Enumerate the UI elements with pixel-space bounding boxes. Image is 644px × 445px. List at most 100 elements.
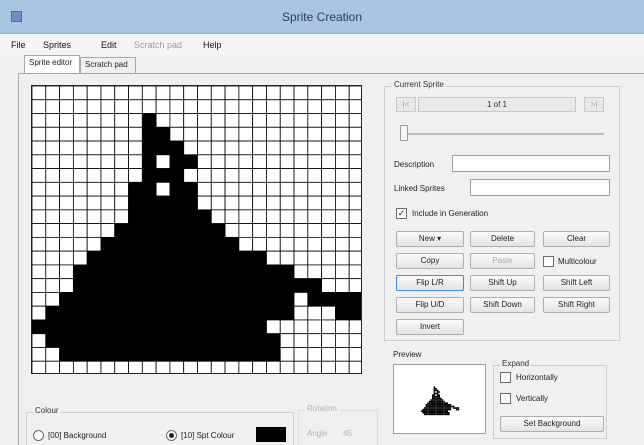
sprite-pixel-cell[interactable] <box>86 360 102 374</box>
sprite-pixel-cell[interactable] <box>197 223 212 238</box>
sprite-pixel-cell[interactable] <box>293 195 309 211</box>
sprite-pixel-cell[interactable] <box>321 360 336 374</box>
sprite-pixel-cell[interactable] <box>141 113 157 128</box>
sprite-pixel-cell[interactable] <box>114 168 129 183</box>
sprite-pixel-cell[interactable] <box>307 292 323 307</box>
sprite-pixel-cell[interactable] <box>238 209 254 225</box>
sprite-pixel-cell[interactable] <box>86 195 102 211</box>
sprite-pixel-cell[interactable] <box>72 305 88 321</box>
sprite-pixel-cell[interactable] <box>32 305 47 321</box>
sprite-pixel-cell[interactable] <box>335 209 350 225</box>
sprite-pixel-cell[interactable] <box>348 264 362 280</box>
sprite-pixel-cell[interactable] <box>128 250 143 266</box>
sprite-pixel-cell[interactable] <box>183 305 198 321</box>
sprite-pixel-cell[interactable] <box>197 126 212 142</box>
invert-button[interactable]: Invert <box>396 319 464 335</box>
sprite-pixel-cell[interactable] <box>266 195 281 211</box>
sprite-pixel-cell[interactable] <box>155 347 171 362</box>
sprite-pixel-cell[interactable] <box>224 181 240 197</box>
sprite-pixel-cell[interactable] <box>155 305 171 321</box>
sprite-pixel-cell[interactable] <box>59 305 74 321</box>
sprite-pixel-cell[interactable] <box>45 347 60 362</box>
sprite-pixel-cell[interactable] <box>32 223 47 238</box>
sprite-pixel-cell[interactable] <box>141 250 157 266</box>
sprite-pixel-cell[interactable] <box>238 99 254 114</box>
sprite-pixel-cell[interactable] <box>128 305 143 321</box>
sprite-pixel-cell[interactable] <box>141 86 157 101</box>
sprite-pixel-cell[interactable] <box>321 209 336 225</box>
sprite-pixel-cell[interactable] <box>293 126 309 142</box>
sprite-pixel-cell[interactable] <box>224 195 240 211</box>
sprite-pixel-cell[interactable] <box>197 278 212 293</box>
sprite-pixel-cell[interactable] <box>141 319 157 335</box>
sprite-pixel-cell[interactable] <box>155 195 171 211</box>
sprite-pixel-cell[interactable] <box>169 126 185 142</box>
sprite-pixel-cell[interactable] <box>72 278 88 293</box>
sprite-pixel-cell[interactable] <box>169 86 185 101</box>
sprite-pixel-cell[interactable] <box>169 181 185 197</box>
sprite-pixel-cell[interactable] <box>100 86 116 101</box>
shift-right-button[interactable]: Shift Right <box>543 297 610 313</box>
sprite-pixel-cell[interactable] <box>252 140 267 156</box>
sprite-pixel-cell[interactable] <box>293 347 309 362</box>
sprite-pixel-cell[interactable] <box>59 126 74 142</box>
sprite-pixel-cell[interactable] <box>155 278 171 293</box>
sprite-pixel-cell[interactable] <box>224 278 240 293</box>
sprite-pixel-cell[interactable] <box>335 333 350 348</box>
sprite-pixel-cell[interactable] <box>114 113 129 128</box>
sprite-pixel-cell[interactable] <box>128 181 143 197</box>
menu-file[interactable]: File <box>11 40 26 50</box>
sprite-pixel-cell[interactable] <box>100 99 116 114</box>
sprite-pixel-cell[interactable] <box>321 195 336 211</box>
sprite-pixel-cell[interactable] <box>266 319 281 335</box>
sprite-pixel-cell[interactable] <box>197 209 212 225</box>
sprite-pixel-cell[interactable] <box>335 360 350 374</box>
sprite-pixel-cell[interactable] <box>266 86 281 101</box>
sprite-pixel-cell[interactable] <box>279 347 295 362</box>
copy-button[interactable]: Copy <box>396 253 464 269</box>
sprite-pixel-cell[interactable] <box>197 305 212 321</box>
sprite-pixel-cell[interactable] <box>321 181 336 197</box>
sprite-pixel-cell[interactable] <box>32 126 47 142</box>
sprite-pixel-cell[interactable] <box>128 264 143 280</box>
sprite-pixel-cell[interactable] <box>307 278 323 293</box>
sprite-pixel-cell[interactable] <box>307 264 323 280</box>
sprite-pixel-cell[interactable] <box>348 360 362 374</box>
sprite-pixel-cell[interactable] <box>114 154 129 169</box>
sprite-pixel-cell[interactable] <box>141 347 157 362</box>
sprite-pixel-cell[interactable] <box>45 360 60 374</box>
sprite-pixel-cell[interactable] <box>32 264 47 280</box>
sprite-pixel-cell[interactable] <box>155 126 171 142</box>
sprite-pixel-cell[interactable] <box>307 195 323 211</box>
sprite-pixel-cell[interactable] <box>141 223 157 238</box>
sprite-pixel-cell[interactable] <box>335 305 350 321</box>
sprite-pixel-cell[interactable] <box>141 181 157 197</box>
sprite-pixel-cell[interactable] <box>197 181 212 197</box>
include-in-generation-checkbox[interactable]: ✓ <box>396 208 407 219</box>
sprite-pixel-cell[interactable] <box>141 209 157 225</box>
sprite-pixel-cell[interactable] <box>335 86 350 101</box>
sprite-pixel-cell[interactable] <box>114 99 129 114</box>
sprite-pixel-cell[interactable] <box>32 360 47 374</box>
sprite-pixel-cell[interactable] <box>100 209 116 225</box>
sprite-pixel-cell[interactable] <box>45 195 60 211</box>
sprite-pixel-cell[interactable] <box>307 181 323 197</box>
sprite-pixel-cell[interactable] <box>183 264 198 280</box>
sprite-pixel-cell[interactable] <box>335 292 350 307</box>
sprite-pixel-cell[interactable] <box>72 360 88 374</box>
delete-button[interactable]: Delete <box>470 231 535 247</box>
sprite-pixel-cell[interactable] <box>279 360 295 374</box>
sprite-pixel-cell[interactable] <box>224 126 240 142</box>
sprite-pixel-cell[interactable] <box>252 360 267 374</box>
sprite-pixel-cell[interactable] <box>169 305 185 321</box>
prev-sprite-button[interactable]: |< <box>396 97 416 112</box>
sprite-pixel-cell[interactable] <box>335 195 350 211</box>
sprite-pixel-cell[interactable] <box>45 140 60 156</box>
sprite-pixel-cell[interactable] <box>100 113 116 128</box>
sprite-pixel-cell[interactable] <box>32 292 47 307</box>
sprite-pixel-cell[interactable] <box>32 113 47 128</box>
sprite-pixel-cell[interactable] <box>72 99 88 114</box>
sprite-pixel-cell[interactable] <box>348 292 362 307</box>
sprite-pixel-cell[interactable] <box>183 126 198 142</box>
sprite-pixel-cell[interactable] <box>100 333 116 348</box>
